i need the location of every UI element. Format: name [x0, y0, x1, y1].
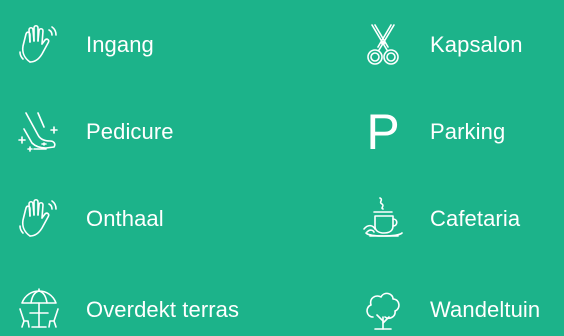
foot-sparkle-icon — [14, 107, 64, 157]
legend-label: Parking — [430, 119, 506, 144]
legend-label: Cafetaria — [430, 206, 521, 231]
legend-label: Overdekt terras — [86, 297, 240, 322]
legend-item-kapsalon: Kapsalon — [358, 20, 523, 70]
garden-tree-icon — [358, 285, 408, 335]
terrace-umbrella-icon — [14, 285, 64, 335]
legend-label: Onthaal — [86, 206, 164, 231]
legend-label: Pedicure — [86, 119, 174, 144]
legend-item-ingang: Ingang — [14, 20, 154, 70]
waving-hand-icon — [14, 194, 64, 244]
coffee-cup-icon — [358, 194, 408, 244]
legend-item-cafetaria: Cafetaria — [358, 194, 520, 244]
parking-glyph: P — [366, 104, 400, 160]
legend-item-wandeltuin: Wandeltuin — [358, 285, 540, 335]
legend-item-pedicure: Pedicure — [14, 107, 174, 157]
parking-icon: P — [358, 107, 408, 157]
legend-label: Wandeltuin — [430, 297, 541, 322]
legend-item-overdekt-terras: Overdekt terras — [14, 285, 239, 335]
legend-item-onthaal: Onthaal — [14, 194, 164, 244]
scissors-icon — [358, 20, 408, 70]
legend-label: Kapsalon — [430, 32, 523, 57]
legend-label: Ingang — [86, 32, 154, 57]
legend-item-parking: P Parking — [358, 107, 505, 157]
waving-hand-icon — [14, 20, 64, 70]
